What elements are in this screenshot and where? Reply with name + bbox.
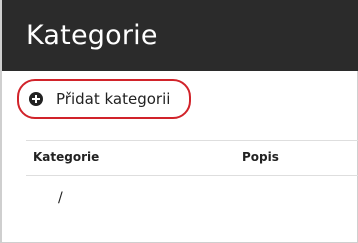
page-header: Kategorie: [2, 0, 358, 71]
column-header-category[interactable]: Kategorie: [33, 150, 99, 164]
plus-circle-icon: [29, 92, 43, 106]
page-title: Kategorie: [26, 20, 158, 51]
page-frame: Kategorie Přidat kategorii Kategorie Pop…: [0, 0, 358, 243]
add-category-label: Přidat kategorii: [56, 90, 171, 108]
add-category-button[interactable]: Přidat kategorii: [17, 79, 191, 119]
table-top-divider: [26, 140, 358, 141]
category-cell[interactable]: /: [58, 190, 63, 206]
table-row[interactable]: /: [26, 176, 358, 221]
column-header-description[interactable]: Popis: [242, 150, 279, 164]
